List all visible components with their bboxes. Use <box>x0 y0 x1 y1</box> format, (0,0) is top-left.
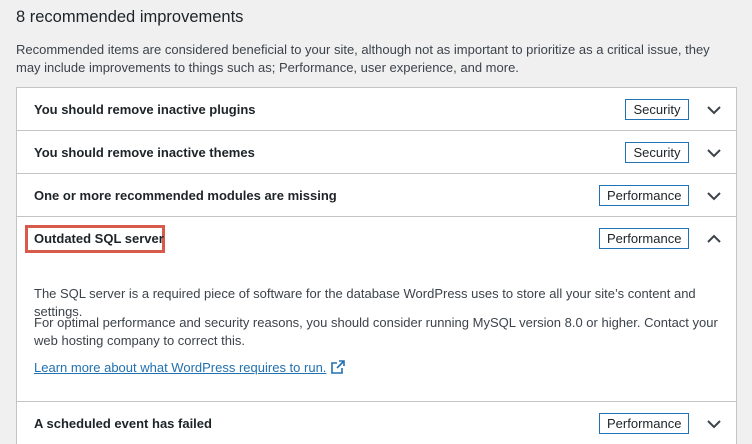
section-heading: 8 recommended improvements <box>16 8 244 26</box>
chevron-down-icon[interactable] <box>706 188 722 204</box>
requirements-link-text: Learn more about what WordPress requires… <box>34 360 327 375</box>
accordion-item-title: You should remove inactive themes <box>34 145 255 160</box>
panel-paragraph: For optimal performance and security rea… <box>34 315 718 348</box>
accordion-panel-outdated-sql: The SQL server is a required piece of so… <box>17 260 736 402</box>
security-badge: Security <box>625 99 689 120</box>
chevron-down-icon[interactable] <box>706 416 722 432</box>
accordion-item-title: You should remove inactive plugins <box>34 102 256 117</box>
site-health-recommended-section: 8 recommended improvements Recommended i… <box>0 0 752 444</box>
performance-badge: Performance <box>599 185 689 206</box>
recommendations-accordion: You should remove inactive plugins Secur… <box>16 87 737 444</box>
chevron-up-icon[interactable] <box>706 231 722 247</box>
external-link-icon <box>331 360 346 374</box>
accordion-item-outdated-sql[interactable]: Outdated SQL server Performance <box>17 217 736 260</box>
accordion-item-title: A scheduled event has failed <box>34 416 212 431</box>
security-badge: Security <box>625 142 689 163</box>
section-description: Recommended items are considered benefic… <box>16 42 710 75</box>
accordion-item-inactive-plugins[interactable]: You should remove inactive plugins Secur… <box>17 88 736 131</box>
requirements-link[interactable]: Learn more about what WordPress requires… <box>34 360 346 375</box>
performance-badge: Performance <box>599 413 689 434</box>
accordion-item-title: One or more recommended modules are miss… <box>34 188 337 203</box>
accordion-item-inactive-themes[interactable]: You should remove inactive themes Securi… <box>17 131 736 174</box>
performance-badge: Performance <box>599 228 689 249</box>
chevron-down-icon[interactable] <box>706 102 722 118</box>
accordion-item-title: Outdated SQL server <box>34 231 164 246</box>
chevron-down-icon[interactable] <box>706 145 722 161</box>
accordion-item-missing-modules[interactable]: One or more recommended modules are miss… <box>17 174 736 217</box>
accordion-item-scheduled-event[interactable]: A scheduled event has failed Performance <box>17 402 736 444</box>
